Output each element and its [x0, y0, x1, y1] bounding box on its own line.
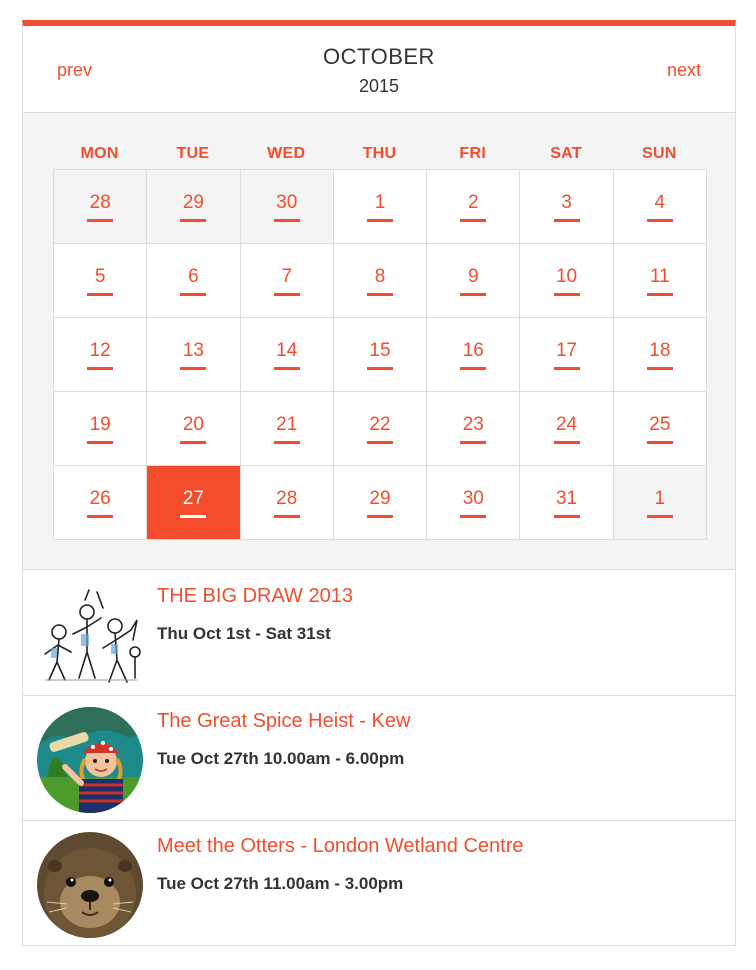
day-number: 28: [87, 192, 114, 222]
weekday-wed: WED: [267, 145, 306, 162]
day-cell[interactable]: 8: [333, 244, 428, 318]
day-grid: 28 29 30 1 2 3 4 5 6 7 8 9 10 11 12 13 14 15 16 17 18 19 20 21 2…: [53, 169, 707, 540]
day-number: 27: [180, 488, 207, 518]
day-cell[interactable]: 29: [147, 170, 241, 244]
weekday-sun: SUN: [641, 145, 677, 162]
day-cell[interactable]: 1: [333, 170, 428, 244]
day-cell[interactable]: 28: [54, 170, 148, 244]
event-date: Thu Oct 1st - Sat 31st: [157, 624, 331, 643]
day-number: 18: [646, 340, 673, 370]
weekday-tue: TUE: [176, 145, 210, 162]
day-cell[interactable]: 31: [520, 466, 614, 540]
day-cell[interactable]: 24: [520, 392, 614, 466]
day-cell[interactable]: 17: [520, 318, 614, 392]
day-number: 8: [366, 266, 393, 296]
day-number: 1: [366, 192, 393, 222]
day-number: 23: [460, 414, 487, 444]
day-number: 10: [553, 266, 580, 296]
day-cell[interactable]: 28: [240, 466, 334, 540]
weekday-sat: SAT: [550, 145, 582, 162]
day-cell[interactable]: 21: [240, 392, 334, 466]
sketch-figures-image: [37, 582, 143, 688]
calendar-body: MON TUE WED THU FRI SAT SUN 28 29 30 1 2 3 4 5 6…: [23, 113, 735, 570]
day-cell[interactable]: 2: [427, 170, 521, 244]
day-number: 17: [553, 340, 580, 370]
day-cell[interactable]: 18: [613, 318, 707, 392]
otter-image: [37, 832, 143, 938]
day-number: 11: [646, 266, 673, 296]
day-number: 2: [460, 192, 487, 222]
day-number: 21: [273, 414, 300, 444]
event-title-link[interactable]: THE BIG DRAW 2013: [157, 585, 353, 608]
calendar-header: prev OCTOBER 2015 next: [23, 26, 735, 113]
day-cell[interactable]: 12: [54, 318, 148, 392]
day-cell[interactable]: 15: [333, 318, 428, 392]
day-cell[interactable]: 4: [613, 170, 707, 244]
day-cell[interactable]: 14: [240, 318, 334, 392]
day-cell[interactable]: 3: [520, 170, 614, 244]
weekday-fri: FRI: [459, 145, 487, 162]
day-cell[interactable]: 9: [427, 244, 521, 318]
day-number: 14: [273, 340, 300, 370]
day-number: 12: [87, 340, 114, 370]
month-title: OCTOBER: [323, 44, 435, 69]
day-cell[interactable]: 11: [613, 244, 707, 318]
day-cell-selected[interactable]: 27: [147, 466, 241, 540]
day-number: 1: [646, 488, 673, 518]
event-item[interactable]: THE BIG DRAW 2013 Thu Oct 1st - Sat 31st: [23, 571, 735, 696]
day-number: 29: [180, 192, 207, 222]
calendar-widget: prev OCTOBER 2015 next MON TUE WED THU F…: [22, 20, 736, 946]
day-number: 16: [460, 340, 487, 370]
day-number: 30: [460, 488, 487, 518]
day-cell[interactable]: 26: [54, 466, 148, 540]
day-cell[interactable]: 19: [54, 392, 148, 466]
day-number: 29: [366, 488, 393, 518]
day-cell[interactable]: 22: [333, 392, 428, 466]
event-title-link[interactable]: The Great Spice Heist - Kew: [157, 710, 410, 733]
day-number: 30: [273, 192, 300, 222]
day-cell[interactable]: 13: [147, 318, 241, 392]
day-cell[interactable]: 30: [427, 466, 521, 540]
day-number: 15: [366, 340, 393, 370]
weekday-mon: MON: [80, 145, 119, 162]
day-cell[interactable]: 29: [333, 466, 428, 540]
day-cell[interactable]: 6: [147, 244, 241, 318]
day-number: 25: [646, 414, 673, 444]
day-number: 24: [553, 414, 580, 444]
day-cell[interactable]: 5: [54, 244, 148, 318]
event-date: Tue Oct 27th 10.00am - 6.00pm: [157, 749, 405, 768]
day-cell[interactable]: 10: [520, 244, 614, 318]
event-title-link[interactable]: Meet the Otters - London Wetland Centre: [157, 835, 524, 858]
event-date: Tue Oct 27th 11.00am - 3.00pm: [157, 874, 404, 893]
day-cell[interactable]: 23: [427, 392, 521, 466]
weekday-thu: THU: [362, 145, 397, 162]
day-number: 6: [180, 266, 207, 296]
day-number: 5: [87, 266, 114, 296]
day-cell[interactable]: 1: [613, 466, 707, 540]
day-number: 28: [273, 488, 300, 518]
event-item[interactable]: The Great Spice Heist - Kew Tue Oct 27th…: [23, 696, 735, 821]
year-label: 2015: [358, 76, 400, 96]
event-list: THE BIG DRAW 2013 Thu Oct 1st - Sat 31st: [23, 571, 735, 946]
weekday-row: MON TUE WED THU FRI SAT SUN: [53, 145, 706, 163]
day-cell[interactable]: 25: [613, 392, 707, 466]
day-number: 4: [646, 192, 673, 222]
day-number: 31: [553, 488, 580, 518]
day-number: 19: [87, 414, 114, 444]
day-number: 20: [180, 414, 207, 444]
day-number: 7: [273, 266, 300, 296]
day-cell[interactable]: 16: [427, 318, 521, 392]
day-number: 13: [180, 340, 207, 370]
next-month-link[interactable]: next: [667, 60, 701, 81]
day-number: 26: [87, 488, 114, 518]
day-cell[interactable]: 30: [240, 170, 334, 244]
day-number: 9: [460, 266, 487, 296]
day-number: 22: [366, 414, 393, 444]
day-cell[interactable]: 7: [240, 244, 334, 318]
pirate-girl-image: [37, 707, 143, 813]
day-cell[interactable]: 20: [147, 392, 241, 466]
event-item[interactable]: Meet the Otters - London Wetland Centre …: [23, 821, 735, 946]
day-number: 3: [553, 192, 580, 222]
